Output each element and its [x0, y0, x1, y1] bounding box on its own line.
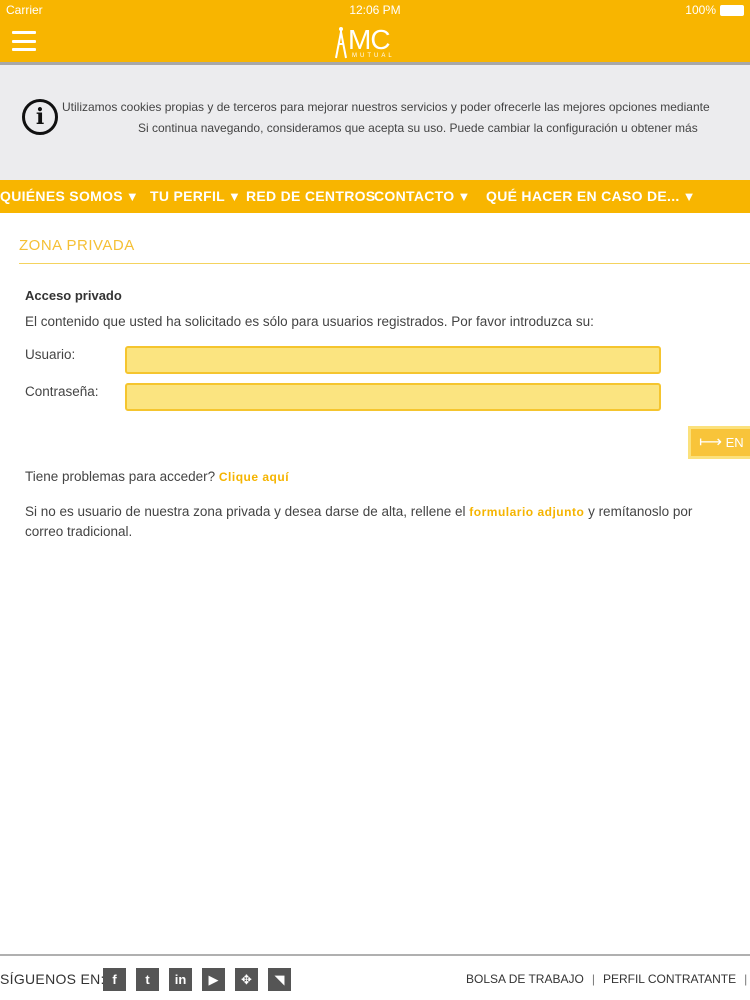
chevron-down-icon: ▼	[228, 189, 242, 204]
cookie-notice: i Utilizamos cookies propias y de tercer…	[0, 65, 750, 180]
footer-link-bolsa-trabajo[interactable]: BOLSA DE TRABAJO	[466, 972, 584, 986]
hamburger-menu-icon[interactable]	[12, 31, 36, 51]
youtube-icon[interactable]: ▶	[202, 968, 225, 991]
signup-line-2: correo tradicional.	[25, 524, 133, 539]
chevron-down-icon: ▼	[125, 189, 140, 204]
info-icon: i	[22, 99, 58, 135]
cookie-text: Utilizamos cookies propias y de terceros…	[62, 97, 750, 139]
status-bar: Carrier 12:06 PM 100%	[0, 0, 750, 20]
cookie-line-1: Utilizamos cookies propias y de terceros…	[62, 100, 710, 114]
footer: SÍGUENOS EN: f t in ▶ ✥ ◥ BOLSA DE TRABA…	[0, 956, 750, 1000]
twitter-icon[interactable]: t	[136, 968, 159, 991]
battery-icon	[720, 4, 744, 16]
cookie-line-2: Si continua navegando, consideramos que …	[138, 121, 698, 135]
nav-item-red-de-centros[interactable]: RED DE CENTROS	[246, 188, 375, 204]
signup-info: Si no es usuario de nuestra zona privada…	[25, 502, 750, 542]
facebook-icon[interactable]: f	[103, 968, 126, 991]
user-label: Usuario:	[25, 347, 76, 362]
password-input[interactable]	[125, 383, 661, 411]
access-description: El contenido que usted ha solicitado es …	[25, 314, 594, 329]
signup-text-after: y remítanoslo por	[588, 504, 693, 519]
submit-button[interactable]: ⟼ EN	[688, 426, 750, 459]
chevron-down-icon: ▼	[457, 189, 471, 204]
main-nav: QUIÉNES SOMOS ▼ TU PERFIL ▼ RED DE CENTROS…	[0, 180, 750, 213]
user-input[interactable]	[125, 346, 661, 374]
title-divider	[19, 263, 750, 264]
nav-item-quienes-somos[interactable]: QUIÉNES SOMOS ▼	[0, 188, 139, 204]
rss-icon[interactable]: ◥	[268, 968, 291, 991]
logo[interactable]: MC MUTUAL	[330, 24, 410, 60]
logo-subtext: MUTUAL	[352, 53, 395, 59]
problems-text: Tiene problemas para acceder?	[25, 469, 216, 484]
app-header: MC MUTUAL	[0, 20, 750, 62]
signup-text-before: Si no es usuario de nuestra zona privada…	[25, 504, 466, 519]
follow-label: SÍGUENOS EN:	[0, 971, 105, 987]
attached-form-link[interactable]: formulario adjunto	[469, 505, 584, 519]
chevron-down-icon: ▼	[682, 189, 696, 204]
clock: 12:06 PM	[349, 3, 401, 17]
footer-links: BOLSA DE TRABAJO|PERFIL CONTRATANTE|C	[466, 972, 748, 986]
linkedin-icon[interactable]: in	[169, 968, 192, 991]
click-here-link[interactable]: Clique aquí	[219, 470, 289, 484]
battery-status: 100%	[685, 3, 744, 17]
nav-item-tu-perfil[interactable]: TU PERFIL ▼	[150, 188, 241, 204]
submit-label: EN	[725, 435, 744, 450]
footer-link-perfil-contratante[interactable]: PERFIL CONTRATANTE	[603, 972, 736, 986]
access-problems: Tiene problemas para acceder? Clique aqu…	[25, 469, 289, 484]
gift-icon[interactable]: ✥	[235, 968, 258, 991]
battery-percent: 100%	[685, 3, 716, 17]
logo-text: MC	[348, 24, 391, 55]
nav-item-que-hacer[interactable]: QUÉ HACER EN CASO DE... ▼	[486, 188, 696, 204]
arrow-right-icon: ⟼	[699, 434, 722, 451]
password-label: Contraseña:	[25, 384, 99, 399]
page-title: ZONA PRIVADA	[19, 237, 135, 254]
access-heading: Acceso privado	[25, 288, 122, 303]
nav-item-contacto[interactable]: CONTACTO ▼	[374, 188, 471, 204]
